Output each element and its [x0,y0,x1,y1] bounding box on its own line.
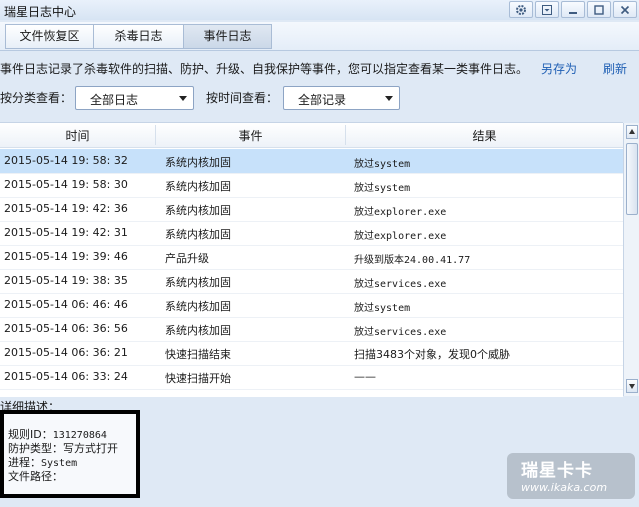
cell-event: 快速扫描结束 [165,348,231,361]
gear-icon [516,4,526,15]
arrow-down-icon [629,384,635,389]
category-select-value: 全部日志 [90,93,139,107]
time-filter-label: 按时间查看： [206,91,279,105]
cell-event: 系统内核加固 [165,156,231,169]
cell-event: 系统内核加固 [165,276,231,289]
cell-result: 扫描3483个对象，发现0个威胁 [354,348,510,361]
tab-label: 事件日志 [203,29,252,43]
cell-result: 放过system [354,159,411,170]
cell-event: 系统内核加固 [165,204,231,217]
table-row[interactable]: 2015-05-14 06: 46: 46 系统内核加固 放过system [0,293,623,318]
description-text: 事件日志记录了杀毒软件的扫描、防护、升级、自我保护等事件，您可以指定查看某一类事… [0,62,529,76]
cell-result: 放过system [354,303,411,314]
table-row[interactable]: 2015-05-14 19: 58: 30 系统内核加固 放过system [0,173,623,198]
column-header-event[interactable]: 事件 [156,127,345,144]
cell-event: 系统内核加固 [165,324,231,337]
cell-result: —— [354,370,376,383]
cell-event: 系统内核加固 [165,180,231,193]
detail-panel: 规则ID：131270864 防护类型：写方式打开 进程：System 文件路径… [0,410,140,498]
refresh-link[interactable]: 刷新 [603,60,627,77]
maximize-icon [594,4,604,15]
cell-result: 升级到版本24.00.41.77 [354,255,471,266]
arrow-up-icon [629,129,635,134]
cell-time: 2015-05-14 19: 58: 30 [4,178,128,191]
window-controls [509,1,637,18]
tab-bar: 文件恢复区 杀毒日志 事件日志 [0,22,639,51]
cell-event: 快速扫描开始 [165,372,231,385]
watermark-brand: 瑞星卡卡 [521,461,593,481]
cell-event: 系统内核加固 [165,228,231,241]
table-row[interactable]: 2015-05-14 06: 36: 21 快速扫描结束 扫描3483个对象，发… [0,341,623,366]
table-row[interactable]: 2015-05-14 19: 39: 46 产品升级 升级到版本24.00.41… [0,245,623,270]
cell-event: 产品升级 [165,252,209,265]
scroll-thumb[interactable] [626,143,638,215]
close-icon [620,5,630,14]
table-row[interactable]: 2015-05-14 19: 38: 35 系统内核加固 放过services.… [0,269,623,294]
watermark-logo: 瑞星卡卡 www.ikaka.com [507,453,635,499]
tab-file-recovery[interactable]: 文件恢复区 [5,24,94,49]
tab-label: 杀毒日志 [114,29,163,43]
cell-time: 2015-05-14 19: 42: 36 [4,202,128,215]
maximize-button[interactable] [587,1,611,18]
category-filter-label: 按分类查看： [0,91,73,105]
table-header: 时间 事件 结果 [0,123,623,148]
cell-event: 系统内核加固 [165,300,231,313]
event-log-table: 时间 事件 结果 2015-05-14 19: 58: 32 系统内核加固 放过… [0,122,623,397]
time-select-value: 全部记录 [298,93,347,107]
category-select[interactable]: 全部日志 [75,86,194,110]
cell-result: 放过services.exe [354,327,447,338]
tab-event-log[interactable]: 事件日志 [183,24,272,49]
time-select[interactable]: 全部记录 [283,86,400,110]
cell-time: 2015-05-14 19: 39: 46 [4,250,128,263]
table-row[interactable]: 2015-05-14 06: 33: 24 快速扫描开始 —— [0,365,623,390]
chevron-down-icon [385,96,393,101]
cell-time: 2015-05-14 19: 38: 35 [4,274,128,287]
save-as-link[interactable]: 另存为 [541,60,577,77]
table-row[interactable]: 2015-05-14 19: 58: 32 系统内核加固 放过system [0,149,623,174]
chevron-down-icon [179,96,187,101]
cell-result: 放过services.exe [354,279,447,290]
watermark-url: www.ikaka.com [521,481,608,494]
column-header-time[interactable]: 时间 [0,127,155,144]
cell-time: 2015-05-14 06: 33: 24 [4,370,128,383]
file-path-label: 文件路径： [8,470,63,483]
tab-label: 文件恢复区 [19,29,80,43]
table-scrollbar[interactable] [623,123,639,396]
menu-button[interactable] [535,1,559,18]
tab-scan-log[interactable]: 杀毒日志 [93,24,184,49]
cell-result: 放过explorer.exe [354,207,447,218]
title-bar: 瑞星日志中心 [0,0,639,20]
table-row[interactable]: 2015-05-14 06: 36: 56 系统内核加固 放过services.… [0,317,623,342]
cell-time: 2015-05-14 06: 46: 46 [4,298,128,311]
minimize-button[interactable] [561,1,585,18]
window-title: 瑞星日志中心 [4,5,77,19]
cell-result: 放过system [354,183,411,194]
settings-button[interactable] [509,1,533,18]
table-row[interactable]: 2015-05-14 19: 42: 31 系统内核加固 放过explorer.… [0,221,623,246]
detail-file-path: 文件路径： [8,468,63,484]
scroll-up-button[interactable] [626,125,638,139]
minimize-icon [569,11,577,14]
cell-time: 2015-05-14 06: 36: 56 [4,322,128,335]
close-button[interactable] [613,1,637,18]
scroll-down-button[interactable] [626,379,638,393]
dropdown-menu-icon [542,4,552,15]
table-row[interactable]: 2015-05-14 19: 42: 36 系统内核加固 放过explorer.… [0,197,623,222]
cell-time: 2015-05-14 19: 58: 32 [4,154,128,167]
cell-time: 2015-05-14 19: 42: 31 [4,226,128,239]
cell-time: 2015-05-14 06: 36: 21 [4,346,128,359]
cell-result: 放过explorer.exe [354,231,447,242]
column-header-result[interactable]: 结果 [346,127,623,144]
